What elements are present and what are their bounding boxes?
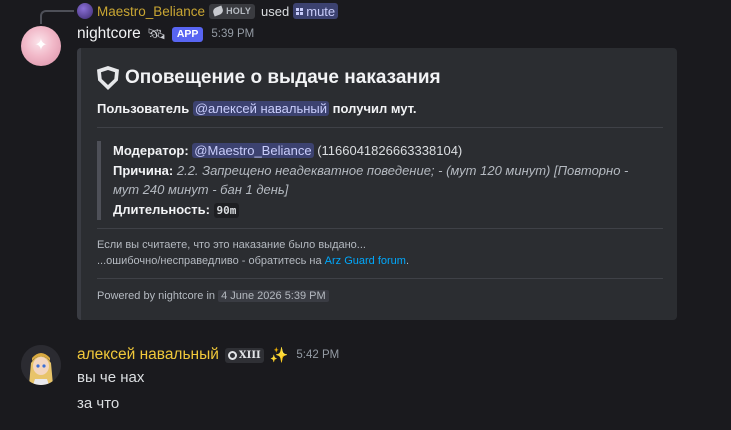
bot-timestamp[interactable]: 5:39 PM	[211, 28, 254, 40]
xiii-badge-label: XIII	[238, 349, 261, 361]
duration-line: Длительность: 90m	[113, 200, 647, 221]
message-line: за что	[77, 395, 120, 412]
reason-text-cont: мут 240 минут - бан 1 день]	[113, 182, 289, 197]
bot-decoration-icon: 🛰	[146, 26, 166, 43]
reply-context[interactable]: Maestro_Beliance HOLY used mute	[77, 2, 339, 20]
punishment-details: Модератор: @Maestro_Beliance (1166041826…	[97, 141, 647, 220]
command-grid-icon	[296, 7, 304, 15]
reply-avatar-icon[interactable]	[77, 3, 93, 19]
holy-badge-label: HOLY	[226, 6, 252, 16]
shield-icon	[97, 66, 119, 90]
moderator-mention[interactable]: @Maestro_Beliance	[192, 143, 314, 158]
app-tag: APP	[171, 26, 204, 42]
embed-title: Оповещение о выдаче наказания	[97, 66, 441, 90]
punishment-embed: Оповещение о выдаче наказания Пользовате…	[77, 48, 677, 320]
reply-username[interactable]: Maestro_Beliance	[97, 4, 205, 19]
moderator-id: (1166041826663338104)	[317, 143, 463, 158]
embed-title-text: Оповещение о выдаче наказания	[125, 67, 441, 88]
footer-timestamp[interactable]: 4 June 2026 5:39 PM	[218, 290, 329, 302]
bot-author[interactable]: nightcore	[77, 25, 141, 43]
duration-label: Длительность:	[113, 201, 210, 217]
embed-description: Пользователь @алексей навальный получил …	[97, 101, 417, 116]
used-text: used	[261, 3, 290, 19]
user-timestamp[interactable]: 5:42 PM	[296, 349, 339, 361]
moderator-label: Модератор:	[113, 143, 189, 158]
xiii-gear-icon	[227, 350, 237, 360]
embed-divider-2	[97, 228, 663, 229]
sparkle-icon: ✨	[269, 347, 289, 364]
embed-divider-3	[97, 278, 663, 279]
reason-label: Причина:	[113, 162, 174, 178]
appeal-line-2: ...ошибочно/несправедливо - обратитесь н…	[97, 253, 409, 269]
user-author[interactable]: алексей навальный	[77, 346, 219, 364]
user-mention[interactable]: @алексей навальный	[192, 101, 330, 116]
reply-connector	[40, 10, 74, 24]
user-message-header: алексей навальный XIII ✨ 5:42 PM	[77, 345, 339, 365]
reason-line: Причина: 2.2. Запрещено неадекватное пов…	[113, 161, 647, 181]
powered-by: Powered by nightcore in	[97, 290, 216, 302]
user-avatar-image	[21, 345, 61, 385]
desc-prefix: Пользователь	[97, 101, 190, 116]
holy-leaf-icon	[211, 5, 225, 17]
user-avatar[interactable]	[21, 345, 61, 385]
arz-guard-link[interactable]: Arz Guard forum	[325, 255, 406, 267]
message-line: вы че нах	[77, 369, 145, 386]
embed-footer: Powered by nightcore in 4 June 2026 5:39…	[97, 288, 329, 304]
reason-text: 2.2. Запрещено неадекватное поведение; -…	[176, 162, 629, 178]
embed-divider	[97, 127, 663, 128]
bot-message-header: nightcore 🛰 APP 5:39 PM	[77, 24, 254, 44]
appeal-line-1: Если вы считаете, что это наказание было…	[97, 239, 366, 251]
command-label: mute	[306, 3, 336, 19]
appeal-prefix: ...ошибочно/несправедливо - обратитесь н…	[97, 255, 322, 267]
command-mention[interactable]: mute	[293, 3, 339, 19]
holy-badge[interactable]: HOLY	[209, 3, 256, 19]
appeal-suffix: .	[405, 255, 410, 267]
bot-avatar[interactable]: ✦	[21, 26, 61, 66]
duration-value: 90m	[213, 202, 240, 218]
xiii-badge[interactable]: XIII	[224, 347, 264, 363]
appeal-note: Если вы считаете, что это наказание было…	[97, 237, 409, 269]
bot-avatar-star-icon: ✦	[34, 37, 48, 54]
desc-suffix: получил мут.	[332, 101, 417, 116]
moderator-line: Модератор: @Maestro_Beliance (1166041826…	[113, 141, 647, 161]
reason-line-2: мут 240 минут - бан 1 день]	[113, 180, 647, 200]
